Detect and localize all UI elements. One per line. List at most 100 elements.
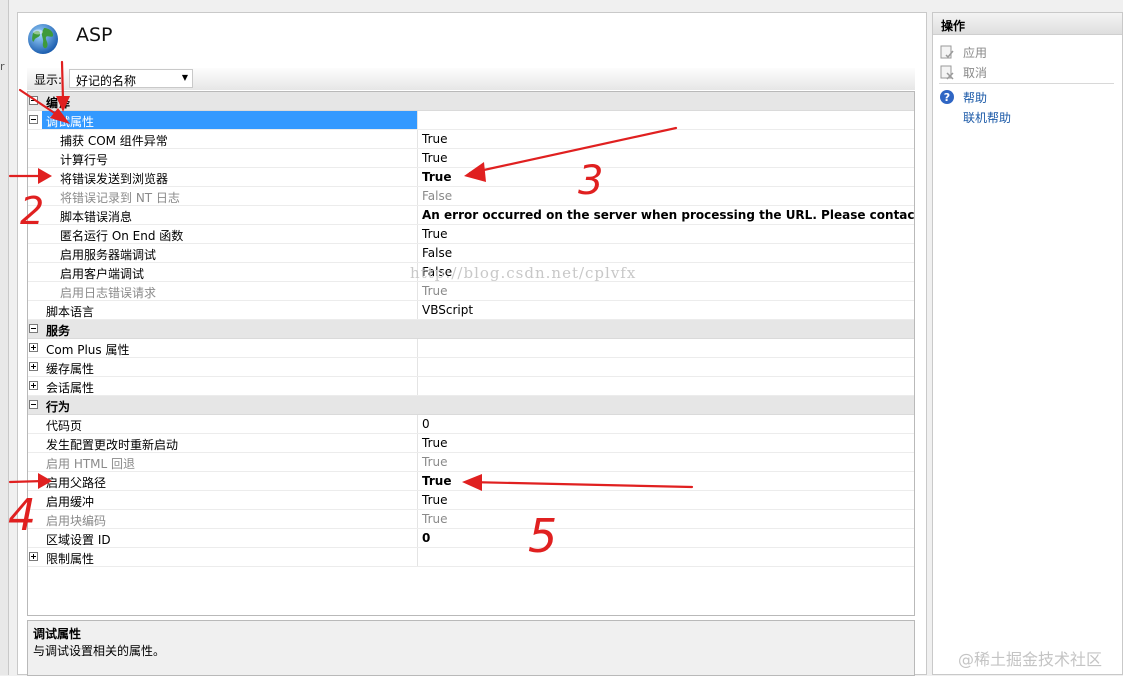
property-name: 启用日志错误请求 xyxy=(60,286,157,300)
apply-icon xyxy=(940,45,954,59)
property-name: 发生配置更改时重新启动 xyxy=(46,438,179,452)
property-row[interactable]: 将错误记录到 NT 日志 False xyxy=(28,187,914,206)
expand-icon[interactable] xyxy=(29,362,38,371)
blog-watermark: http://blog.csdn.net/cplvfx xyxy=(410,264,637,282)
property-name: 脚本错误消息 xyxy=(60,210,133,224)
property-row[interactable]: 发生配置更改时重新启动 True xyxy=(28,434,914,453)
property-value[interactable]: 0 xyxy=(422,417,430,431)
collapse-icon[interactable] xyxy=(29,324,38,333)
property-row[interactable]: 捕获 COM 组件异常 True xyxy=(28,130,914,149)
property-row[interactable]: 启用块编码 True xyxy=(28,510,914,529)
column-separator xyxy=(417,472,418,490)
property-row[interactable]: 脚本语言 VBScript xyxy=(28,301,914,320)
property-value[interactable]: 0 xyxy=(422,531,430,545)
property-value[interactable]: True xyxy=(422,455,448,469)
property-name: 启用服务器端调试 xyxy=(60,248,157,262)
property-name: 将错误发送到浏览器 xyxy=(60,172,169,186)
property-value[interactable]: True xyxy=(422,436,448,450)
property-row[interactable]: 启用服务器端调试 False xyxy=(28,244,914,263)
column-separator xyxy=(417,206,418,224)
column-separator xyxy=(417,434,418,452)
site-watermark: @稀土掘金技术社区 xyxy=(958,650,1103,669)
description-text: 与调试设置相关的属性。 xyxy=(33,644,166,658)
property-value[interactable]: True xyxy=(422,132,448,146)
help-icon: ? xyxy=(940,90,954,104)
property-name: 调试属性 xyxy=(46,115,95,129)
display-mode-value: 好记的名称 xyxy=(76,74,137,88)
column-separator xyxy=(417,149,418,167)
category-row[interactable]: 服务 xyxy=(28,320,914,339)
group-row[interactable]: 缓存属性 xyxy=(28,358,914,377)
feature-panel: ASP 显示: 好记的名称 ▼ 编译 调试属性 捕获 COM 组件异常 True 计算行… xyxy=(17,12,927,676)
actions-header: 操作 xyxy=(933,13,1122,35)
page-title: ASP xyxy=(76,24,113,46)
property-value[interactable]: An error occurred on the server when pro… xyxy=(422,208,914,222)
property-row[interactable]: 脚本错误消息 An error occurred on the server wh… xyxy=(28,206,914,225)
column-separator xyxy=(417,377,418,395)
column-separator xyxy=(417,548,418,566)
property-row[interactable]: 区域设置 ID 0 xyxy=(28,529,914,548)
property-row[interactable]: 启用 HTML 回退 True xyxy=(28,453,914,472)
property-value[interactable]: VBScript xyxy=(422,303,473,317)
expand-icon[interactable] xyxy=(29,552,38,561)
column-separator xyxy=(417,491,418,509)
column-separator xyxy=(417,510,418,528)
svg-text:?: ? xyxy=(944,91,950,104)
property-name: 捕获 COM 组件异常 xyxy=(60,134,168,148)
property-name: 启用客户端调试 xyxy=(60,267,145,281)
column-separator xyxy=(417,244,418,262)
property-name: 会话属性 xyxy=(46,381,95,395)
property-row[interactable]: 启用父路径 True xyxy=(28,472,914,491)
category-row[interactable]: 编译 xyxy=(28,92,914,111)
category-row[interactable]: 行为 xyxy=(28,396,914,415)
property-value[interactable]: False xyxy=(422,189,452,203)
property-value[interactable]: True xyxy=(422,512,448,526)
property-name: Com Plus 属性 xyxy=(46,343,130,357)
help-label: 帮助 xyxy=(963,91,988,105)
actions-divider xyxy=(939,83,1114,84)
property-row[interactable]: 启用日志错误请求 True xyxy=(28,282,914,301)
property-name: 限制属性 xyxy=(46,552,95,566)
cancel-icon xyxy=(940,65,954,80)
property-name: 启用 HTML 回退 xyxy=(46,457,136,471)
group-row[interactable]: 调试属性 xyxy=(28,111,914,130)
chevron-down-icon: ▼ xyxy=(181,73,188,82)
group-row[interactable]: 限制属性 xyxy=(28,548,914,567)
property-name: 启用缓冲 xyxy=(46,495,95,509)
collapse-icon[interactable] xyxy=(29,96,38,105)
display-mode-select[interactable]: 好记的名称 ▼ xyxy=(69,69,193,88)
property-name: 编译 xyxy=(46,96,71,110)
column-separator xyxy=(417,339,418,357)
property-name: 启用父路径 xyxy=(46,476,107,490)
property-value[interactable]: False xyxy=(422,246,452,260)
left-pane-edge: r xyxy=(0,0,9,675)
expand-icon[interactable] xyxy=(29,381,38,390)
column-separator xyxy=(417,453,418,471)
selection-highlight xyxy=(42,111,418,129)
description-panel: 调试属性 与调试设置相关的属性。 xyxy=(27,620,915,676)
show-label: 显示: xyxy=(34,73,63,87)
property-value[interactable]: True xyxy=(422,474,451,488)
column-separator xyxy=(417,130,418,148)
property-row[interactable]: 将错误发送到浏览器 True xyxy=(28,168,914,187)
column-separator xyxy=(417,225,418,243)
group-row[interactable]: 会话属性 xyxy=(28,377,914,396)
column-separator xyxy=(417,282,418,300)
property-value[interactable]: True xyxy=(422,493,448,507)
property-value[interactable]: True xyxy=(422,227,448,241)
column-separator xyxy=(417,358,418,376)
collapse-icon[interactable] xyxy=(29,400,38,409)
property-name: 行为 xyxy=(46,400,71,414)
property-row[interactable]: 匿名运行 On End 函数 True xyxy=(28,225,914,244)
description-title: 调试属性 xyxy=(33,627,82,641)
collapse-icon[interactable] xyxy=(29,115,38,124)
property-row[interactable]: 启用缓冲 True xyxy=(28,491,914,510)
property-row[interactable]: 代码页 0 xyxy=(28,415,914,434)
property-value[interactable]: True xyxy=(422,170,451,184)
property-value[interactable]: True xyxy=(422,151,448,165)
property-row[interactable]: 计算行号 True xyxy=(28,149,914,168)
property-value[interactable]: True xyxy=(422,284,448,298)
group-row[interactable]: Com Plus 属性 xyxy=(28,339,914,358)
column-separator xyxy=(417,111,418,129)
expand-icon[interactable] xyxy=(29,343,38,352)
